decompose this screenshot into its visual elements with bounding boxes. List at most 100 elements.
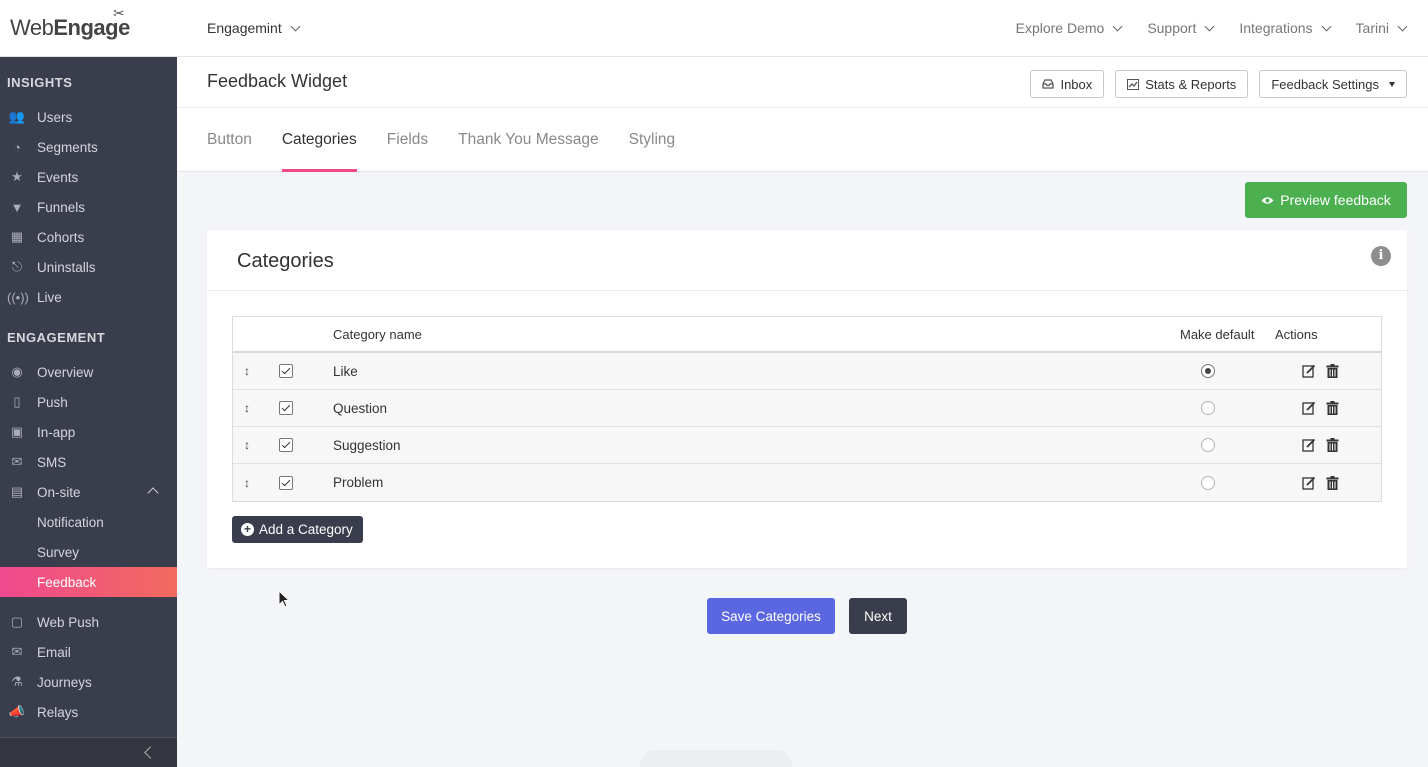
sidebar-item-segments[interactable]: ◔ Segments — [0, 132, 177, 162]
sidebar-item-push[interactable]: ▯ Push — [0, 387, 177, 417]
drag-handle-icon[interactable]: ↕ — [244, 477, 250, 489]
tab-categories[interactable]: Categories — [281, 108, 357, 172]
sidebar-item-users[interactable]: 👥 Users — [0, 102, 177, 132]
collapse-sidebar-icon[interactable] — [144, 746, 157, 759]
tab-thank-you-message[interactable]: Thank You Message — [458, 108, 598, 172]
sidebar-item-funnels[interactable]: ▼ Funnels — [0, 192, 177, 222]
category-checkbox[interactable] — [279, 475, 293, 490]
sidebar-item-events[interactable]: ★ Events — [0, 162, 177, 192]
table-row: ↕ Problem — [233, 464, 1381, 501]
sidebar-item-label: Overview — [37, 364, 94, 380]
edit-icon[interactable] — [1302, 438, 1316, 452]
integrations-menu[interactable]: Integrations — [1239, 20, 1331, 36]
sidebar-item-onsite[interactable]: ▤ On-site — [0, 477, 177, 507]
user-menu[interactable]: Tarini — [1356, 20, 1408, 36]
stats-reports-button[interactable]: Stats & Reports — [1115, 70, 1249, 98]
logo-text-web: Web — [10, 15, 54, 40]
caret-down-icon — [1389, 81, 1395, 87]
table-header: Category name Make default Actions — [233, 317, 1381, 353]
integrations-label: Integrations — [1239, 20, 1313, 36]
make-default-radio[interactable] — [1201, 438, 1215, 452]
feedback-settings-button[interactable]: Feedback Settings — [1259, 70, 1407, 98]
explore-demo-menu[interactable]: Explore Demo — [1016, 20, 1123, 36]
sidebar-item-webpush[interactable]: ▢ Web Push — [0, 607, 177, 637]
email-icon: ✉ — [11, 644, 23, 659]
sidebar-item-overview[interactable]: ◉ Overview — [0, 357, 177, 387]
eye-icon: ◉ — [11, 364, 23, 379]
sidebar-item-label: Survey — [37, 544, 80, 560]
edit-icon[interactable] — [1302, 401, 1316, 415]
tab-fields[interactable]: Fields — [387, 108, 428, 172]
make-default-radio[interactable] — [1201, 364, 1215, 378]
edit-icon[interactable] — [1302, 364, 1316, 378]
card-divider — [207, 290, 1407, 291]
sidebar-item-label: Segments — [37, 139, 98, 155]
live-icon: ((•)) — [7, 289, 29, 305]
webpush-icon: ▢ — [10, 614, 24, 629]
sidebar-item-sms[interactable]: ✉ SMS — [0, 447, 177, 477]
drag-handle-icon[interactable]: ↕ — [244, 439, 250, 451]
uninstall-icon: ⎋ — [11, 259, 23, 274]
make-default-radio[interactable] — [1201, 475, 1215, 490]
drag-handle-icon[interactable]: ↕ — [244, 402, 250, 414]
inbox-icon — [1042, 79, 1055, 89]
tab-button[interactable]: Button — [207, 108, 252, 172]
category-checkbox[interactable] — [279, 401, 293, 415]
sidebar-item-label: Push — [37, 394, 68, 410]
category-checkbox[interactable] — [279, 438, 293, 452]
add-category-button[interactable]: + Add a Category — [232, 516, 363, 543]
chevron-down-icon — [1321, 21, 1331, 31]
segments-icon: ◔ — [13, 139, 21, 155]
add-category-label: Add a Category — [259, 522, 353, 537]
sidebar-item-feedback[interactable]: Feedback — [0, 567, 177, 597]
mouse-cursor-icon — [278, 590, 290, 608]
sidebar-item-uninstalls[interactable]: ⎋ Uninstalls — [0, 252, 177, 282]
edit-icon[interactable] — [1302, 476, 1316, 490]
save-categories-button[interactable]: Save Categories — [707, 598, 835, 634]
sidebar-item-relays[interactable]: 📣 Relays — [0, 697, 177, 727]
card-title: Categories — [237, 250, 334, 272]
info-icon[interactable]: i — [1371, 246, 1391, 266]
users-icon: 👥 — [8, 109, 26, 124]
sidebar-item-label: Live — [37, 289, 62, 305]
cohorts-icon: ▦ — [10, 229, 24, 244]
table-row: ↕ Suggestion — [233, 427, 1381, 464]
sidebar-item-label: On-site — [37, 484, 81, 500]
table-row: ↕ Like — [233, 353, 1381, 390]
sidebar-item-live[interactable]: ((•)) Live — [0, 282, 177, 312]
preview-feedback-button[interactable]: Preview feedback — [1245, 182, 1407, 218]
page-header: Feedback Widget Inbox Stats & Reports Fe… — [177, 57, 1428, 172]
trash-icon[interactable] — [1326, 438, 1339, 452]
sidebar-item-inapp[interactable]: ▣ In-app — [0, 417, 177, 447]
inbox-button[interactable]: Inbox — [1030, 70, 1105, 98]
insights-section-label: INSIGHTS — [7, 75, 73, 90]
categories-card: Categories i Category name Make default … — [207, 230, 1407, 568]
page-title: Feedback Widget — [207, 71, 348, 91]
stats-reports-label: Stats & Reports — [1145, 76, 1237, 92]
make-default-radio[interactable] — [1201, 401, 1215, 415]
relays-icon: 📣 — [8, 704, 26, 719]
sidebar-item-journeys[interactable]: ⚗ Journeys — [0, 667, 177, 697]
project-switcher[interactable]: Engagemint — [207, 20, 301, 36]
support-menu[interactable]: Support — [1147, 20, 1215, 36]
sidebar-item-cohorts[interactable]: ▦ Cohorts — [0, 222, 177, 252]
sidebar-item-notification[interactable]: Notification — [0, 507, 177, 537]
chevron-down-icon — [1112, 21, 1123, 31]
funnel-icon: ▼ — [10, 199, 24, 215]
next-button[interactable]: Next — [849, 598, 907, 634]
trash-icon[interactable] — [1326, 401, 1339, 415]
inbox-label: Inbox — [1060, 76, 1093, 92]
sidebar-item-survey[interactable]: Survey — [0, 537, 177, 567]
trash-icon[interactable] — [1326, 364, 1339, 378]
chevron-down-icon — [290, 21, 301, 31]
chevron-up-icon — [147, 487, 159, 499]
trash-icon[interactable] — [1326, 475, 1339, 490]
top-bar: WebEngage ✂ Engagemint Explore Demo Supp… — [0, 0, 1428, 57]
category-checkbox[interactable] — [279, 364, 293, 378]
sidebar-item-email[interactable]: ✉ Email — [0, 637, 177, 667]
tab-styling[interactable]: Styling — [629, 108, 676, 172]
sidebar-item-label: In-app — [37, 424, 76, 440]
inapp-icon: ▣ — [10, 424, 24, 439]
webengage-logo[interactable]: WebEngage ✂ — [0, 5, 177, 41]
drag-handle-icon[interactable]: ↕ — [244, 365, 250, 377]
